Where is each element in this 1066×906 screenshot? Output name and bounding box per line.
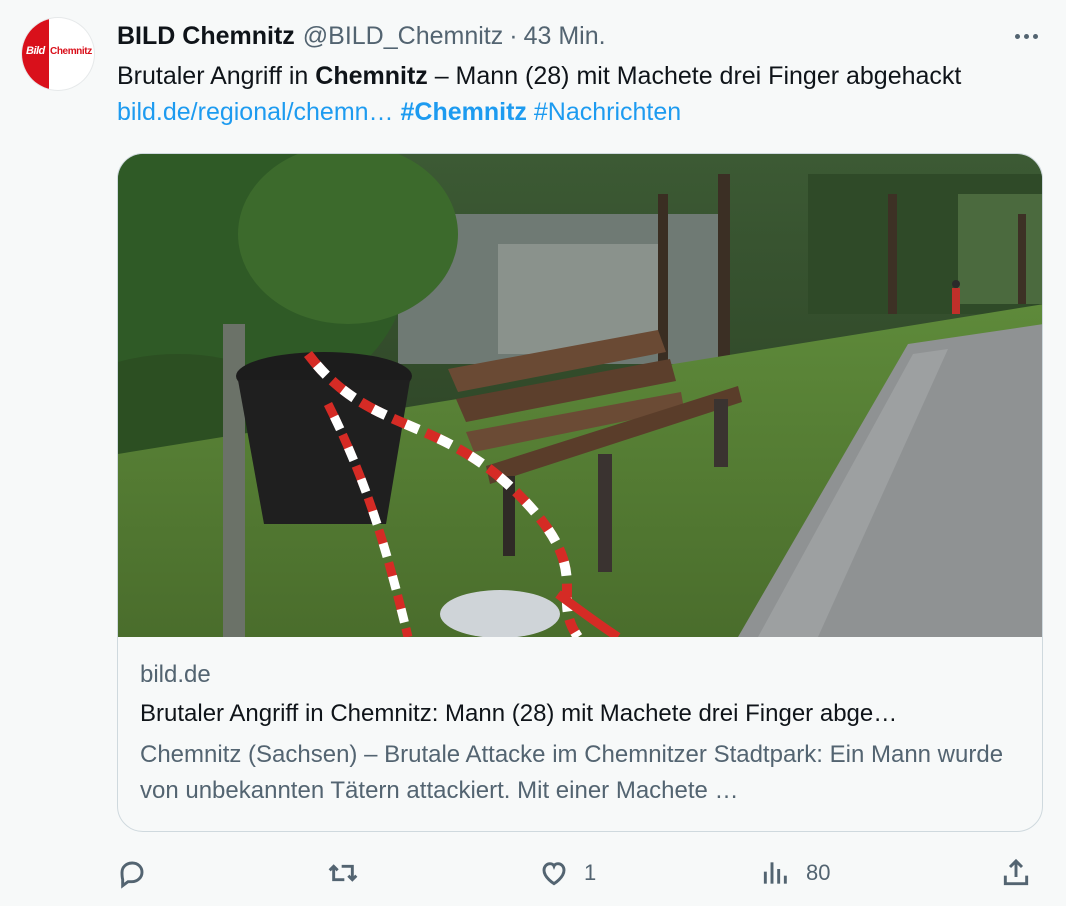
share-button[interactable] bbox=[1000, 850, 1032, 896]
card-description: Chemnitz (Sachsen) – Brutale Attacke im … bbox=[140, 741, 1004, 804]
card-domain: bild.de bbox=[140, 661, 211, 688]
timestamp[interactable]: 43 Min. bbox=[524, 22, 606, 51]
tweet-text-part: – Mann (28) mit Machete drei Finger abge… bbox=[427, 62, 962, 90]
tweet-link[interactable]: bild.de/regional/chemn… bbox=[117, 98, 394, 126]
author-handle[interactable]: @BILD_Chemnitz bbox=[303, 22, 503, 51]
avatar-city: Chemnitz bbox=[50, 46, 92, 57]
like-count: 1 bbox=[584, 860, 597, 885]
views-count: 80 bbox=[806, 860, 831, 885]
separator-dot: · bbox=[509, 21, 518, 50]
retweet-icon bbox=[328, 864, 358, 882]
reply-icon bbox=[120, 861, 144, 889]
author-name[interactable]: BILD Chemnitz bbox=[117, 22, 295, 51]
link-card[interactable]: bild.de Brutaler Angriff in Chemnitz: Ma… bbox=[117, 153, 1043, 832]
tweet-header: BILD Chemnitz @BILD_Chemnitz · 43 Min. bbox=[117, 20, 606, 52]
heart-icon bbox=[542, 862, 566, 886]
card-image bbox=[118, 154, 1042, 637]
avatar[interactable]: Bild Chemnitz bbox=[22, 18, 94, 90]
hashtag-nachrichten[interactable]: #Nachrichten bbox=[534, 98, 681, 126]
action-bar: 1 80 bbox=[0, 850, 1066, 896]
reply-button[interactable] bbox=[116, 850, 162, 896]
tweet-text: Brutaler Angriff in Chemnitz – Mann (28)… bbox=[117, 58, 1017, 130]
like-button[interactable]: 1 bbox=[538, 850, 596, 896]
views-button[interactable]: 80 bbox=[760, 850, 830, 896]
more-options-icon[interactable] bbox=[1004, 20, 1048, 52]
views-icon bbox=[763, 862, 787, 884]
avatar-brand: Bild bbox=[26, 45, 45, 57]
hashtag-chemnitz[interactable]: #Chemnitz bbox=[401, 98, 527, 126]
card-title: Brutaler Angriff in Chemnitz: Mann (28) … bbox=[140, 700, 898, 727]
share-icon bbox=[1003, 858, 1029, 886]
tweet-text-bold: Chemnitz bbox=[315, 62, 428, 90]
tweet-text-part: Brutaler Angriff in bbox=[117, 62, 316, 90]
retweet-button[interactable] bbox=[327, 850, 373, 896]
card-body: bild.de Brutaler Angriff in Chemnitz: Ma… bbox=[140, 659, 1020, 809]
